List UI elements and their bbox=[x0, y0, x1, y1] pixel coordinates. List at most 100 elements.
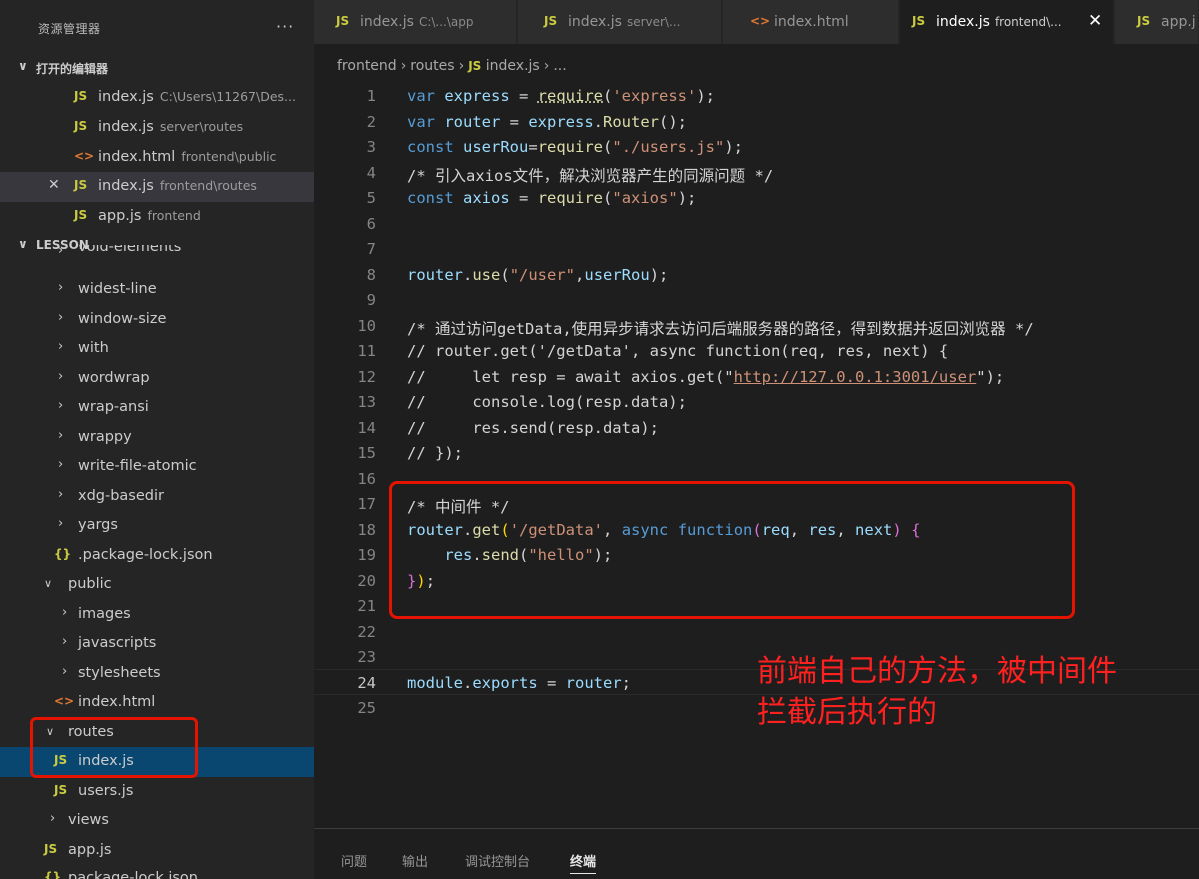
annotation-text: 前端自己的方法，被中间件 拦截后执行的 bbox=[757, 654, 1117, 730]
code-line: 5 const axios = require("axios"); bbox=[366, 189, 697, 207]
chevron-right-icon: › bbox=[58, 310, 64, 325]
tab-index-js-server[interactable]: JS index.js server\... bbox=[518, 0, 722, 44]
tree-folder[interactable]: › window-size bbox=[0, 305, 314, 335]
open-editor-item-active[interactable]: ✕ JS index.js frontend\routes bbox=[0, 172, 314, 202]
tree-folder[interactable]: › write-file-atomic bbox=[0, 452, 314, 482]
open-editor-item[interactable]: JS app.js frontend bbox=[0, 202, 314, 232]
js-file-icon: JS bbox=[1137, 14, 1151, 28]
js-file-icon: JS bbox=[54, 783, 68, 797]
chevron-right-icon: › bbox=[58, 428, 64, 443]
chevron-down-icon: ∨ bbox=[44, 577, 53, 590]
tree-folder[interactable]: › with bbox=[0, 334, 314, 364]
bottom-panel-tabs: 问题 输出 调试控制台 终端 bbox=[314, 828, 1199, 879]
js-file-icon: JS bbox=[54, 753, 68, 767]
tree-folder[interactable]: › stylesheets bbox=[0, 659, 314, 689]
tree-file[interactable]: {} package-lock.json bbox=[0, 864, 314, 879]
code-line: 19 res.send("hello"); bbox=[357, 546, 613, 564]
code-line: 17/* 中间件 */ bbox=[357, 495, 510, 516]
breadcrumb-more[interactable]: ... bbox=[553, 58, 566, 74]
html-file-icon: <> bbox=[750, 14, 771, 28]
tab-index-js-app[interactable]: JS index.js C:\...\app bbox=[314, 0, 517, 44]
tree-file[interactable]: JS app.js bbox=[0, 836, 314, 866]
code-line: 14// res.send(resp.data); bbox=[357, 419, 659, 437]
code-line: 21 bbox=[357, 597, 376, 615]
close-tab-icon[interactable]: ✕ bbox=[1088, 11, 1102, 31]
chevron-right-icon: › bbox=[58, 457, 64, 472]
code-line: 9 bbox=[366, 291, 376, 309]
tab-problems[interactable]: 问题 bbox=[341, 851, 367, 870]
code-line: 8 router.use("/user",userRou); bbox=[366, 266, 669, 284]
chevron-down-icon: ∨ bbox=[46, 725, 55, 738]
tree-folder[interactable]: › images bbox=[0, 600, 314, 630]
chevron-down-icon: ∨ bbox=[18, 59, 28, 73]
code-line: 11// router.get('/getData', async functi… bbox=[357, 342, 949, 360]
chevron-right-icon: › bbox=[62, 634, 68, 649]
tree-folder[interactable]: › wordwrap bbox=[0, 364, 314, 394]
close-icon[interactable]: ✕ bbox=[48, 177, 60, 193]
editor-tabs: JS index.js C:\...\app JS index.js server\… bbox=[314, 0, 1199, 44]
code-line: 15// }); bbox=[357, 444, 463, 462]
chevron-right-icon: › bbox=[58, 369, 64, 384]
chevron-right-icon: › bbox=[58, 280, 64, 295]
chevron-right-icon: › bbox=[58, 339, 64, 354]
tree-file-active[interactable]: JS index.js bbox=[0, 747, 314, 777]
tree-folder[interactable]: › javascripts bbox=[0, 629, 314, 659]
js-file-icon: JS bbox=[912, 14, 926, 28]
open-editor-item[interactable]: <> index.html frontend\public bbox=[0, 143, 314, 173]
html-file-icon: <> bbox=[54, 694, 75, 708]
json-file-icon: {} bbox=[44, 870, 62, 879]
code-line: 10/* 通过访问getData,使用异步请求去访问后端服务器的路径，得到数据并… bbox=[357, 317, 1034, 338]
code-line: 18 router.get('/getData', async function(… bbox=[357, 521, 921, 539]
open-editors-header[interactable]: ∨ 打开的编辑器 bbox=[0, 57, 314, 79]
more-actions-icon[interactable]: ··· bbox=[276, 17, 294, 36]
breadcrumb-frontend[interactable]: frontend bbox=[337, 58, 397, 74]
code-line: 7 bbox=[366, 240, 376, 258]
sidebar-title: 资源管理器 bbox=[38, 22, 101, 36]
chevron-right-icon: › bbox=[58, 487, 64, 502]
html-file-icon: <> bbox=[74, 149, 95, 163]
tree-folder[interactable]: › wrap-ansi bbox=[0, 393, 314, 423]
breadcrumb-file[interactable]: index.js bbox=[486, 58, 540, 74]
tree-folder[interactable]: › widest-line bbox=[0, 275, 314, 305]
tree-folder[interactable]: › wrappy bbox=[0, 423, 314, 453]
breadcrumb: frontend › routes › JS index.js ›... bbox=[337, 58, 567, 74]
js-file-icon: JS bbox=[468, 59, 482, 73]
tab-debug-console[interactable]: 调试控制台 bbox=[465, 851, 530, 870]
code-line: 20}); bbox=[357, 572, 436, 590]
json-file-icon: {} bbox=[54, 547, 72, 561]
breadcrumb-routes[interactable]: routes bbox=[410, 58, 454, 74]
tree-folder[interactable]: › views bbox=[0, 806, 314, 836]
sidebar-header: 资源管理器 ··· bbox=[0, 0, 314, 55]
tree-folder-expanded[interactable]: ∨ public bbox=[0, 570, 314, 600]
js-file-icon: JS bbox=[336, 14, 350, 28]
code-line: 6 bbox=[366, 215, 376, 233]
chevron-right-icon: › bbox=[62, 605, 68, 620]
js-file-icon: JS bbox=[44, 842, 58, 856]
code-line: 1 var express = require('express'); bbox=[366, 87, 716, 105]
js-file-icon: JS bbox=[74, 178, 88, 192]
tree-folder-expanded[interactable]: ∨ routes bbox=[0, 718, 314, 748]
open-editor-item[interactable]: JS index.js server\routes bbox=[0, 113, 314, 143]
code-line: 16 bbox=[357, 470, 376, 488]
code-line: 3 const userRou=require("./users.js"); bbox=[366, 138, 744, 156]
tree-folder[interactable]: › void-elements bbox=[0, 245, 314, 265]
code-line: 2 var router = express.Router(); bbox=[366, 113, 688, 131]
tree-folder[interactable]: › yargs bbox=[0, 511, 314, 541]
open-editor-item[interactable]: JS index.js C:\Users\11267\Des... bbox=[0, 83, 314, 113]
code-line: 13// console.log(resp.data); bbox=[357, 393, 687, 411]
tree-folder[interactable]: › xdg-basedir bbox=[0, 482, 314, 512]
tab-index-js-frontend[interactable]: JS index.js frontend\... ✕ bbox=[900, 0, 1114, 44]
chevron-right-icon: › bbox=[58, 245, 64, 258]
tree-file[interactable]: <> index.html bbox=[0, 688, 314, 718]
code-line: 4/* 引入axios文件，解决浏览器产生的同源问题 */ bbox=[366, 164, 774, 185]
js-file-icon: JS bbox=[74, 119, 88, 133]
js-file-icon: JS bbox=[74, 89, 88, 103]
js-file-icon: JS bbox=[74, 208, 88, 222]
tree-file[interactable]: {} .package-lock.json bbox=[0, 541, 314, 571]
tab-index-html[interactable]: <> index.html bbox=[723, 0, 899, 44]
tab-app-js[interactable]: JS app.j bbox=[1115, 0, 1199, 44]
tree-file[interactable]: JS users.js bbox=[0, 777, 314, 807]
tab-output[interactable]: 输出 bbox=[402, 851, 428, 870]
chevron-right-icon: › bbox=[58, 398, 64, 413]
tab-terminal[interactable]: 终端 bbox=[570, 851, 597, 874]
